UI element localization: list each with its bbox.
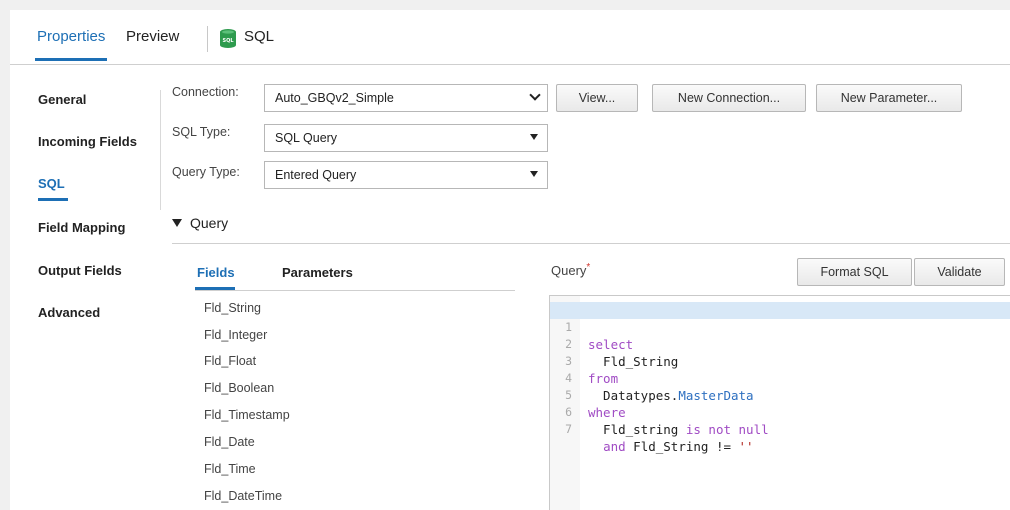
sidebar-item-incoming-fields[interactable]: Incoming Fields — [38, 134, 137, 149]
format-sql-button[interactable]: Format SQL — [797, 258, 912, 286]
code-line: 3 from — [550, 336, 618, 386]
query-section-divider — [172, 243, 1010, 244]
code-text: Datatypes.MasterData — [588, 388, 754, 403]
tab-preview[interactable]: Preview — [126, 28, 179, 45]
code-line: 2 Fld_String — [550, 319, 678, 369]
new-connection-button[interactable]: New Connection... — [652, 84, 806, 112]
code-text: Fld_string is not null — [588, 422, 769, 437]
sidebar-item-output-fields[interactable]: Output Fields — [38, 263, 122, 278]
field-list-item[interactable]: Fld_DateTime — [204, 489, 282, 503]
sql-type-value: SQL Query — [275, 131, 338, 145]
field-list-item[interactable]: Fld_Date — [204, 435, 255, 449]
query-type-label: Query Type: — [172, 165, 240, 179]
field-list-item[interactable]: Fld_Float — [204, 354, 256, 368]
code-line: 1 select — [550, 302, 633, 352]
sidebar-item-sql[interactable]: SQL — [38, 176, 68, 201]
view-connection-button[interactable]: View... — [556, 84, 638, 112]
connection-label: Connection: — [172, 85, 239, 99]
tab-divider — [207, 26, 208, 52]
code-line: 7 and Fld_String != '' — [550, 404, 754, 454]
required-marker: * — [586, 262, 591, 273]
sidebar-item-field-mapping[interactable]: Field Mapping — [38, 220, 125, 235]
sidebar-item-advanced[interactable]: Advanced — [38, 305, 100, 320]
expand-triangle-icon — [172, 219, 182, 227]
code-text: select — [588, 337, 634, 352]
sidebar-item-general[interactable]: General — [38, 92, 86, 107]
code-text: Fld_String — [588, 354, 679, 369]
line-number: 7 — [565, 422, 572, 436]
code-text: where — [588, 405, 626, 420]
field-list-item[interactable]: Fld_Timestamp — [204, 408, 290, 422]
connection-value: Auto_GBQv2_Simple — [275, 91, 394, 105]
active-line-highlight — [550, 302, 1010, 319]
query-type-value: Entered Query — [275, 168, 357, 182]
query-editor-label-text: Query — [551, 263, 587, 278]
code-line: 5 where — [550, 370, 626, 420]
properties-tabbar: Properties Preview SQL SQL — [10, 10, 1010, 65]
code-text: and Fld_String != '' — [603, 439, 754, 454]
field-list-item[interactable]: Fld_String — [204, 301, 261, 315]
window-left-edge — [0, 10, 10, 510]
query-section-toggle[interactable]: Query — [172, 215, 228, 231]
sql-type-select[interactable]: SQL Query — [264, 124, 548, 152]
query-type-select[interactable]: Entered Query — [264, 161, 548, 189]
field-list-item[interactable]: Fld_Boolean — [204, 381, 274, 395]
query-editor-label: Query* — [551, 262, 590, 278]
tab-fields[interactable]: Fields — [197, 265, 235, 280]
new-parameter-button[interactable]: New Parameter... — [816, 84, 962, 112]
caret-down-icon — [530, 134, 538, 140]
chevron-down-icon — [529, 89, 541, 101]
validate-button[interactable]: Validate — [914, 258, 1005, 286]
connection-select[interactable]: Auto_GBQv2_Simple — [264, 84, 548, 112]
code-line: 6 Fld_string is not null — [550, 387, 769, 437]
window-top-strip — [0, 0, 1010, 10]
subtab-rule — [195, 290, 515, 291]
sidenav-divider — [160, 90, 161, 210]
field-list-item[interactable]: Fld_Integer — [204, 328, 267, 342]
tab-properties[interactable]: Properties — [34, 28, 108, 61]
caret-down-icon — [530, 171, 538, 177]
code-text: from — [588, 371, 619, 386]
query-section-title: Query — [190, 215, 229, 231]
tab-parameters[interactable]: Parameters — [282, 265, 353, 280]
field-list-item[interactable]: Fld_Time — [204, 462, 256, 476]
current-transformation-title: SQL — [244, 28, 275, 45]
code-line: 4 Datatypes.MasterData — [550, 353, 754, 403]
sql-database-icon: SQL — [220, 29, 236, 48]
sql-icon-text: SQL — [222, 38, 234, 44]
sql-code-editor[interactable]: 1 select 2 Fld_String 3 from 4 Datatypes… — [549, 295, 1010, 510]
sql-type-label: SQL Type: — [172, 125, 231, 139]
